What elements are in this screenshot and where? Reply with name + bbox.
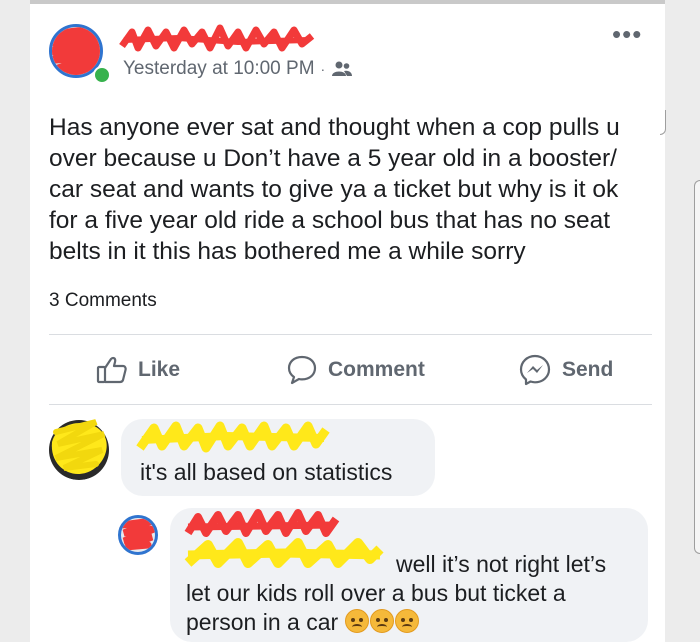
meta-separator: · xyxy=(320,61,326,77)
messenger-icon xyxy=(519,354,551,386)
online-status-dot xyxy=(93,66,111,84)
left-gutter xyxy=(0,0,30,642)
thumbs-up-icon xyxy=(96,356,127,384)
send-label: Send xyxy=(562,358,614,381)
avatar-redaction xyxy=(121,518,155,551)
divider-top xyxy=(49,334,652,335)
divider-bottom xyxy=(49,404,652,405)
send-button[interactable]: Send xyxy=(518,352,613,388)
like-label: Like xyxy=(138,358,181,381)
comment-label: Comment xyxy=(328,358,425,381)
comment-text: it's all based on statistics xyxy=(140,459,393,485)
author-name-redaction[interactable] xyxy=(118,22,318,58)
comment-bubble-icon xyxy=(287,355,317,385)
friends-icon xyxy=(332,61,353,76)
replier-avatar[interactable] xyxy=(118,515,158,555)
post-timestamp[interactable]: Yesterday at 10:00 PM xyxy=(123,58,315,80)
like-button[interactable]: Like xyxy=(96,352,180,388)
angry-face-icon xyxy=(369,609,394,633)
reply-text-line-3-row: person in a car xyxy=(186,609,420,636)
reply-text-line-1: well it’s not right let’s xyxy=(396,551,607,577)
post-body: Has anyone ever sat and thought when a c… xyxy=(49,114,620,265)
avatar-redaction xyxy=(49,419,109,480)
replier-name-redaction[interactable] xyxy=(184,505,384,579)
reply-text-line-2: let our kids roll over a bus but ticket … xyxy=(186,580,566,606)
commenter-name-redaction[interactable] xyxy=(136,418,330,458)
angry-face-icon xyxy=(394,609,419,633)
reply-text-line-3: person in a car xyxy=(186,609,339,635)
commenter-avatar[interactable] xyxy=(46,412,112,480)
angry-face-icon xyxy=(344,609,369,633)
comments-count[interactable]: 3 Comments xyxy=(49,290,157,312)
post-meta: Yesterday at 10:00 PM · xyxy=(123,58,353,80)
comment-button[interactable]: Comment xyxy=(286,352,425,388)
card-edge-mark xyxy=(660,110,666,135)
more-options-button[interactable]: ••• xyxy=(612,21,642,47)
scrollbar-handle[interactable] xyxy=(694,180,700,554)
